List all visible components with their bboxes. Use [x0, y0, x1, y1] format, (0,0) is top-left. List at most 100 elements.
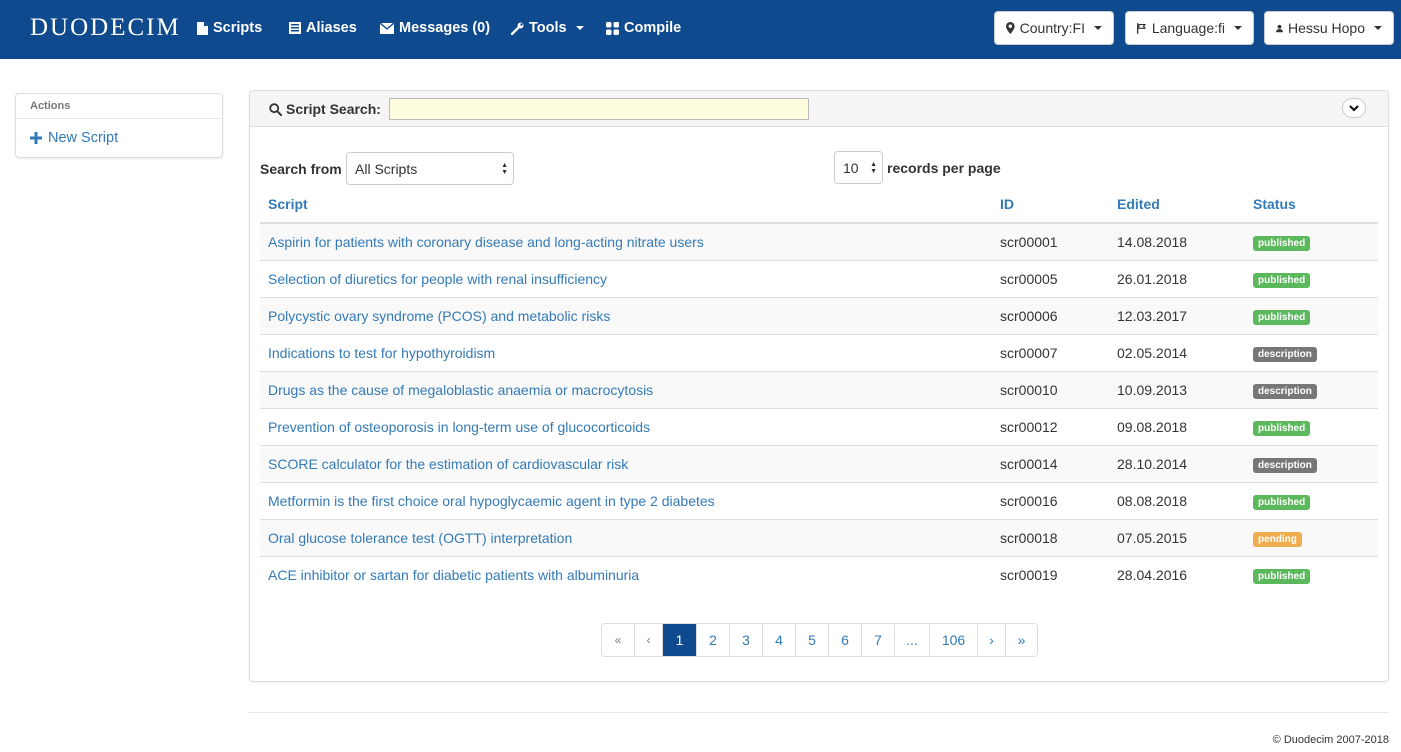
column-header-status[interactable]: Status — [1245, 185, 1378, 224]
flag-icon — [1137, 22, 1146, 34]
status-badge: published — [1253, 568, 1311, 584]
script-search-text: Script Search: — [286, 101, 381, 117]
column-header-script[interactable]: Script — [260, 185, 992, 224]
nav-tools-dropdown[interactable]: Tools — [511, 20, 584, 36]
status-badge: published — [1253, 309, 1311, 325]
script-title-link[interactable]: Prevention of osteoporosis in long-term … — [260, 407, 992, 445]
nav-scripts[interactable]: Scripts — [197, 20, 262, 36]
script-title-link[interactable]: SCORE calculator for the estimation of c… — [260, 444, 992, 482]
page-1[interactable]: 1 — [662, 624, 696, 656]
status-badge: published — [1253, 235, 1311, 251]
table-header-row: Script ID Edited Status — [260, 185, 1378, 224]
user-menu-dropdown[interactable]: Hessu Hopo — [1264, 11, 1394, 45]
country-label: Country:FI — [1019, 20, 1085, 36]
nav-compile[interactable]: Compile — [606, 20, 681, 36]
records-per-page-label: records per page — [887, 160, 1001, 176]
nav-messages[interactable]: Messages (0) — [380, 20, 490, 36]
script-title-link[interactable]: Aspirin for patients with coronary disea… — [260, 222, 992, 260]
edited-date: 07.05.2015 — [1109, 518, 1245, 556]
footer-divider — [249, 712, 1389, 713]
status-cell: description — [1245, 370, 1378, 408]
records-per-page-select[interactable]: 10 ▲ ▼ — [834, 151, 883, 184]
nav-compile-label: Compile — [624, 20, 682, 36]
brand-logo[interactable]: DUODECIM — [30, 14, 181, 42]
script-title-link[interactable]: ACE inhibitor or sartan for diabetic pat… — [260, 555, 992, 593]
nav-messages-label: Messages (0) — [399, 20, 491, 36]
script-title-link[interactable]: Polycystic ovary syndrome (PCOS) and met… — [260, 296, 992, 334]
page-7[interactable]: 7 — [861, 624, 894, 656]
status-cell: published — [1245, 222, 1378, 260]
pagination-next[interactable]: › — [977, 624, 1005, 656]
country-dropdown[interactable]: Country:FI — [994, 11, 1114, 45]
script-title-link[interactable]: Selection of diuretics for people with r… — [260, 259, 992, 297]
search-from-select[interactable]: All Scripts ▲ ▼ — [346, 152, 514, 185]
page-2[interactable]: 2 — [696, 624, 729, 656]
script-title-link[interactable]: Drugs as the cause of megaloblastic anae… — [260, 370, 992, 408]
edited-date: 28.10.2014 — [1109, 444, 1245, 482]
table-row: Oral glucose tolerance test (OGTT) inter… — [260, 518, 1378, 556]
pagination-prev[interactable]: ‹ — [634, 624, 662, 656]
status-cell: published — [1245, 296, 1378, 334]
new-script-link[interactable]: New Script — [30, 130, 118, 146]
script-id: scr00019 — [992, 555, 1109, 593]
actions-heading: Actions — [16, 94, 222, 119]
page-5[interactable]: 5 — [795, 624, 828, 656]
page-106[interactable]: 106 — [929, 624, 977, 656]
page-3[interactable]: 3 — [729, 624, 762, 656]
nav-aliases[interactable]: Aliases — [289, 20, 357, 36]
column-header-id[interactable]: ID — [992, 185, 1109, 224]
script-title-link[interactable]: Metformin is the first choice oral hypog… — [260, 481, 992, 519]
status-badge: pending — [1253, 531, 1302, 547]
pagination-last[interactable]: » — [1005, 624, 1037, 656]
script-search-input[interactable] — [389, 98, 809, 120]
search-from-value: All Scripts — [355, 160, 418, 177]
status-cell: description — [1245, 444, 1378, 482]
table-row: Prevention of osteoporosis in long-term … — [260, 407, 1378, 445]
caret-down-icon — [575, 26, 584, 30]
list-icon — [289, 22, 301, 34]
nav-scripts-label: Scripts — [213, 20, 263, 36]
records-per-page-value: 10 — [843, 159, 859, 176]
script-id: scr00001 — [992, 222, 1109, 260]
collapse-button[interactable] — [1342, 98, 1366, 118]
user-label: Hessu Hopo — [1287, 20, 1365, 36]
file-icon — [197, 21, 208, 35]
status-badge: description — [1253, 383, 1317, 399]
scripts-panel: Script Search: Search from All Scripts ▲… — [249, 90, 1389, 682]
page-4[interactable]: 4 — [762, 624, 795, 656]
script-title-link[interactable]: Indications to test for hypothyroidism — [260, 333, 992, 371]
table-body: Aspirin for patients with coronary disea… — [260, 222, 1378, 593]
edited-date: 12.03.2017 — [1109, 296, 1245, 334]
status-badge: published — [1253, 420, 1311, 436]
status-cell: published — [1245, 259, 1378, 297]
status-cell: published — [1245, 481, 1378, 519]
user-icon — [1276, 24, 1283, 32]
chevron-down-icon — [1349, 104, 1359, 112]
search-header: Script Search: — [250, 91, 1388, 127]
edited-date: 10.09.2013 — [1109, 370, 1245, 408]
table-row: Polycystic ovary syndrome (PCOS) and met… — [260, 296, 1378, 334]
script-id: scr00018 — [992, 518, 1109, 556]
table-row: Drugs as the cause of megaloblastic anae… — [260, 370, 1378, 408]
table-row: ACE inhibitor or sartan for diabetic pat… — [260, 555, 1378, 593]
select-arrows-icon: ▲ ▼ — [501, 162, 508, 176]
status-badge: description — [1253, 457, 1317, 473]
page-6[interactable]: 6 — [828, 624, 861, 656]
pagination-ellipsis: ... — [894, 624, 929, 656]
script-id: scr00016 — [992, 481, 1109, 519]
script-id: scr00012 — [992, 407, 1109, 445]
status-cell: published — [1245, 555, 1378, 593]
scripts-table: Script ID Edited Status Aspirin for pati… — [260, 185, 1378, 593]
script-id: scr00014 — [992, 444, 1109, 482]
wrench-icon — [511, 22, 524, 35]
status-badge: published — [1253, 494, 1311, 510]
new-script-label: New Script — [48, 130, 119, 146]
pagination-first[interactable]: « — [602, 624, 634, 656]
status-cell: published — [1245, 407, 1378, 445]
nav-aliases-label: Aliases — [306, 20, 357, 36]
table-row: Selection of diuretics for people with r… — [260, 259, 1378, 297]
column-header-edited[interactable]: Edited — [1109, 185, 1245, 224]
navbar: DUODECIM Scripts Aliases Messages (0) To… — [0, 0, 1401, 59]
script-title-link[interactable]: Oral glucose tolerance test (OGTT) inter… — [260, 518, 992, 556]
language-dropdown[interactable]: Language:fi — [1125, 11, 1254, 45]
